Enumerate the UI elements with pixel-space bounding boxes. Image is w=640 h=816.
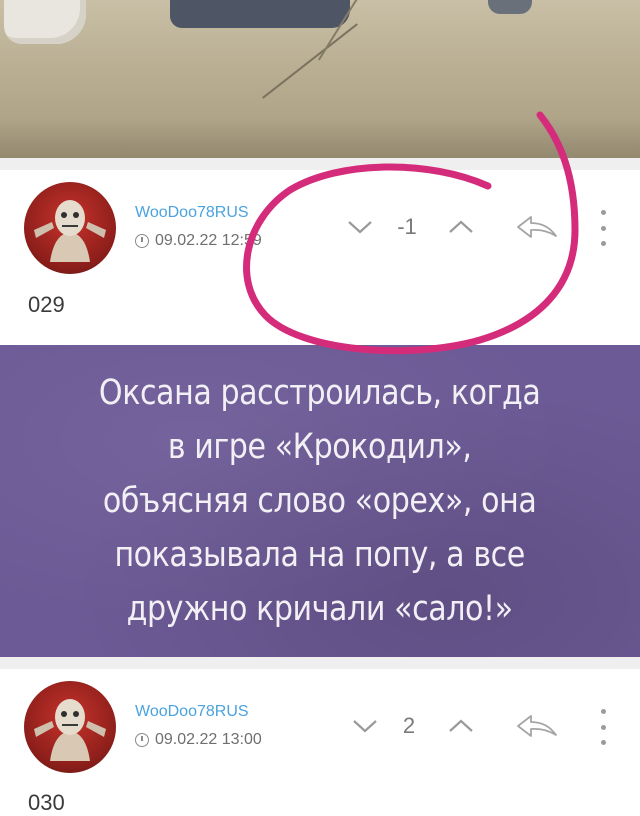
comment-header: WooDoo78RUS 09.02.22 13:00 2 (0, 669, 640, 789)
downvote-button[interactable] (350, 711, 380, 741)
photo-shoe-right (488, 0, 532, 14)
username[interactable]: WooDoo78RUS (135, 703, 249, 721)
avatar[interactable] (24, 681, 116, 773)
photo-crack (262, 23, 358, 99)
chevron-up-icon (449, 719, 473, 732)
comment-date: 09.02.22 13:00 (155, 731, 262, 748)
username[interactable]: WooDoo78RUS (135, 204, 249, 222)
comment-image-meme[interactable]: Оксана расстроилась, когда в игре «Кроко… (0, 345, 640, 657)
vote-score: -1 (397, 214, 417, 239)
downvote-button[interactable] (345, 212, 375, 242)
upvote-button[interactable] (446, 711, 476, 741)
comment-date: 09.02.22 12:59 (155, 232, 262, 249)
photo-legs (170, 0, 350, 28)
comment-header: WooDoo78RUS 09.02.22 12:59 -1 (0, 170, 640, 290)
post-image-top[interactable] (0, 0, 640, 158)
more-vertical-icon[interactable] (598, 709, 608, 745)
more-vertical-icon[interactable] (598, 210, 608, 246)
comment-timestamp: 09.02.22 13:00 (135, 731, 262, 749)
avatar[interactable] (24, 182, 116, 274)
separator (0, 657, 640, 669)
upvote-button[interactable] (446, 212, 476, 242)
comment-number: 030 (28, 790, 65, 815)
reply-button[interactable] (514, 212, 560, 242)
clock-icon (135, 234, 149, 248)
chevron-down-icon (353, 720, 377, 733)
reply-button[interactable] (514, 711, 560, 741)
separator (0, 158, 640, 170)
photo-shoe (4, 0, 86, 44)
reply-arrow-icon (517, 216, 557, 238)
comment-number: 029 (28, 292, 65, 317)
chevron-down-icon (348, 221, 372, 234)
chevron-up-icon (449, 220, 473, 233)
vote-score: 2 (402, 713, 416, 738)
meme-text: Оксана расстроилась, когда в игре «Кроко… (99, 373, 541, 629)
reply-arrow-icon (517, 715, 557, 737)
clock-icon (135, 733, 149, 747)
photo-shadow (0, 118, 640, 158)
comment-timestamp: 09.02.22 12:59 (135, 232, 262, 250)
